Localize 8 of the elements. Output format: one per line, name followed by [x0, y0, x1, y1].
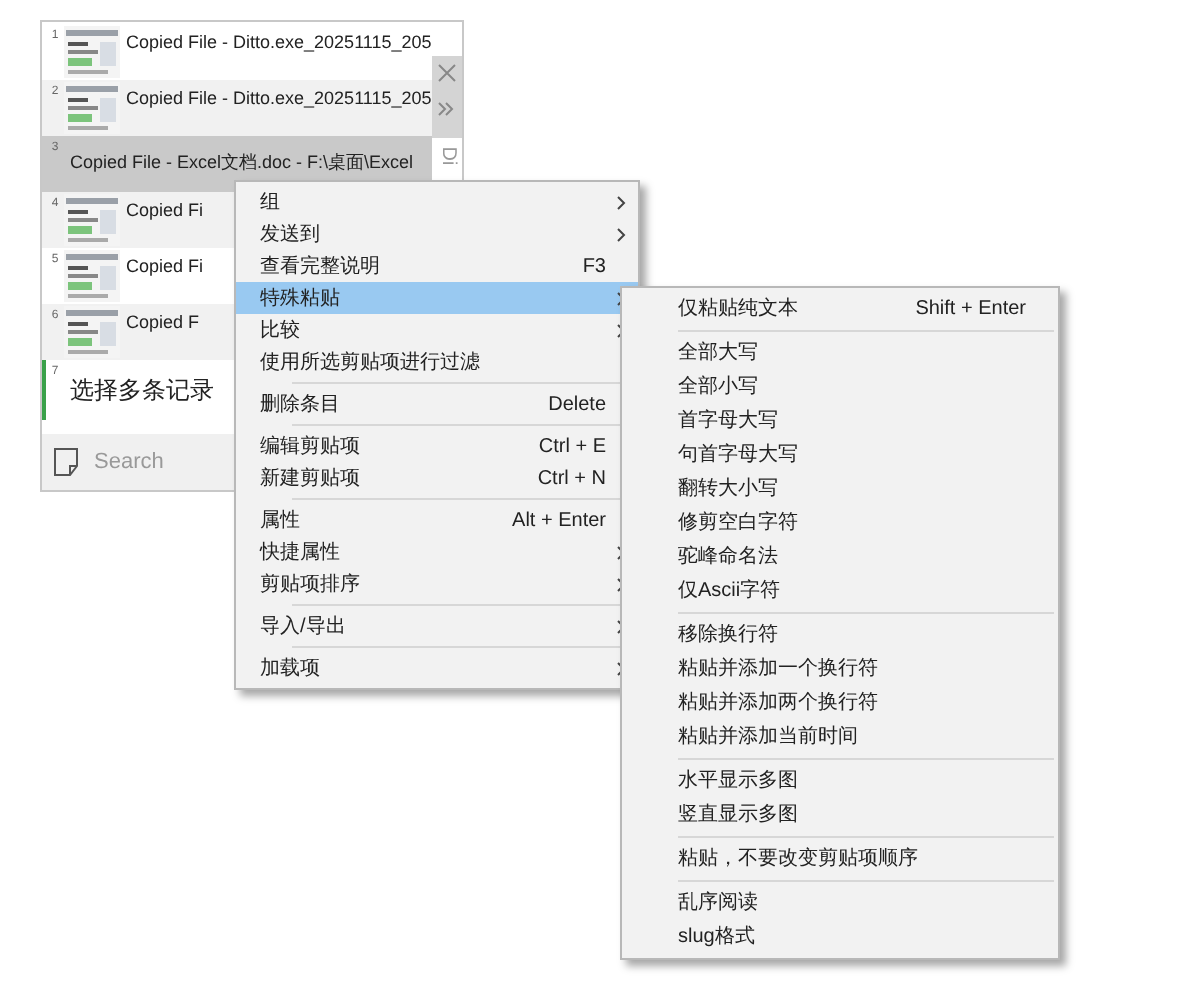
- clip-text: Copied F: [126, 310, 200, 336]
- clip-text: Copied File - Excel文档.doc - F:\桌面\Excel: [70, 150, 414, 177]
- clip-text: Copied File - Ditto.exe_20251115_205: [126, 30, 432, 56]
- side-label: Di: [436, 146, 457, 166]
- clip-text: 选择多条记录: [70, 374, 214, 408]
- clip-text: Copied File - Ditto.exe_20251115_205: [126, 86, 432, 112]
- clip-text: Copied Fi: [126, 254, 204, 280]
- clip-text: Copied Fi: [126, 198, 204, 224]
